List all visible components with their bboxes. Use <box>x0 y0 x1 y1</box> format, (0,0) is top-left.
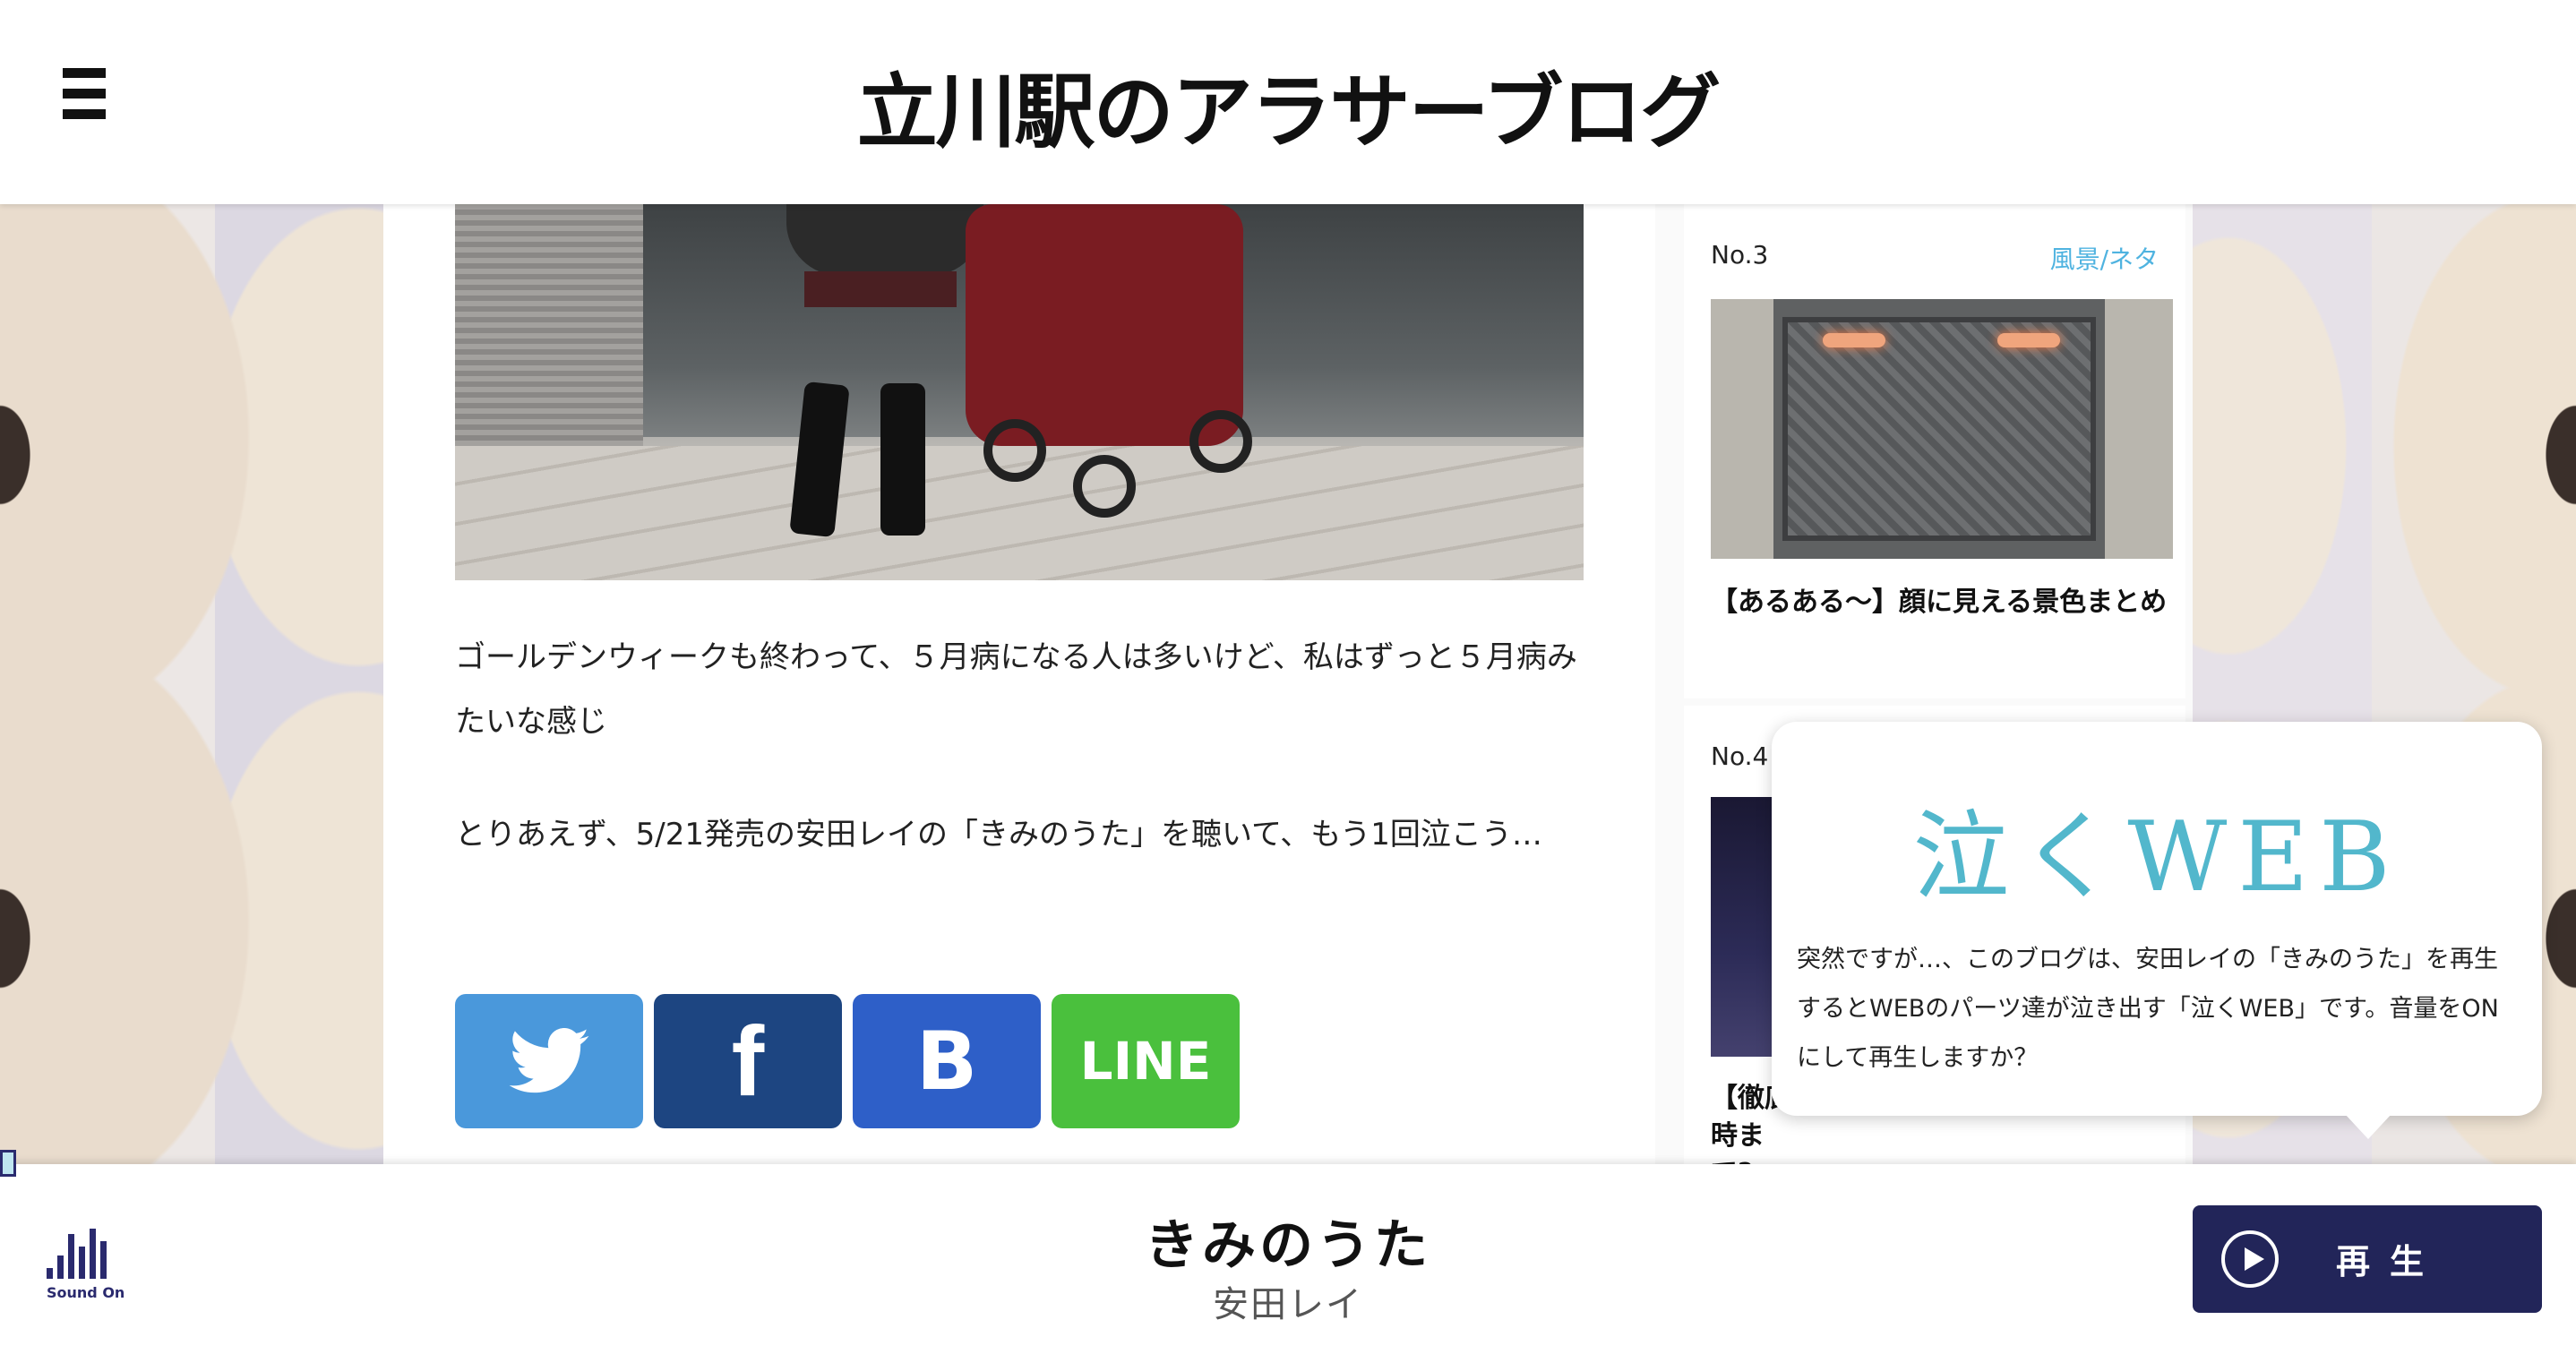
song-title: きみのうた <box>1145 1214 1431 1277</box>
article-paragraph-1: ゴールデンウィークも終わって、５月病になる人は多いけど、私はずっと５月病みたいな… <box>455 639 1577 740</box>
twitter-bird-icon <box>509 1028 589 1093</box>
audio-player-bar: Sound On きみのうた 安田レイ 再生 <box>0 1164 2576 1354</box>
hatena-icon: B <box>915 1014 978 1109</box>
play-button[interactable]: 再生 <box>2193 1205 2542 1313</box>
ranking-category-link[interactable]: 風景/ネタ <box>2050 240 2159 276</box>
article-paragraph-2: とりあえず、5/21発売の安田レイの「きみのうた」を聴いて、もう1回泣こう… <box>455 817 1542 853</box>
site-header: 立川駅のアラサーブログ <box>0 0 2576 204</box>
artist-name: 安田レイ <box>1213 1284 1363 1325</box>
site-title[interactable]: 立川駅のアラサーブログ <box>0 47 2576 163</box>
hatena-bookmark-button[interactable]: B <box>853 994 1041 1128</box>
twitter-share-button[interactable] <box>455 994 643 1128</box>
ranking-number: No.3 <box>1711 240 1769 270</box>
popup-logo: 泣くWEB <box>1912 801 2401 913</box>
facebook-icon: f <box>731 1006 765 1117</box>
ranking-number: No.4 <box>1711 741 1769 771</box>
ranking-item-3[interactable]: No.3 風景/ネタ 【あるある〜】顔に見える景色まとめ <box>1684 204 2185 698</box>
play-icon <box>2221 1230 2279 1288</box>
facebook-share-button[interactable]: f <box>654 994 842 1128</box>
ranking-title[interactable]: 【あるある〜】顔に見える景色まとめ <box>1711 584 2177 621</box>
small-widget-icon[interactable] <box>0 1150 16 1177</box>
stroller-photo <box>455 204 1584 580</box>
popup-message: 突然ですが…、このブログは、安田レイの「きみのうた」を再生するとWEBのパーツ達… <box>1797 946 2499 1072</box>
manhole-photo[interactable] <box>1711 299 2173 559</box>
article-column: ゴールデンウィークも終わって、５月病になる人は多いけど、私はずっと５月病みたいな… <box>383 204 1655 1164</box>
line-share-button[interactable]: LINE <box>1052 994 1240 1128</box>
line-icon: LINE <box>1079 1031 1212 1092</box>
crying-web-popup: 泣くWEB 突然ですが…、このブログは、安田レイの「きみのうた」を再生するとWE… <box>1772 722 2542 1139</box>
play-label: 再生 <box>2336 1242 2444 1281</box>
share-buttons: f B LINE <box>455 994 1240 1128</box>
